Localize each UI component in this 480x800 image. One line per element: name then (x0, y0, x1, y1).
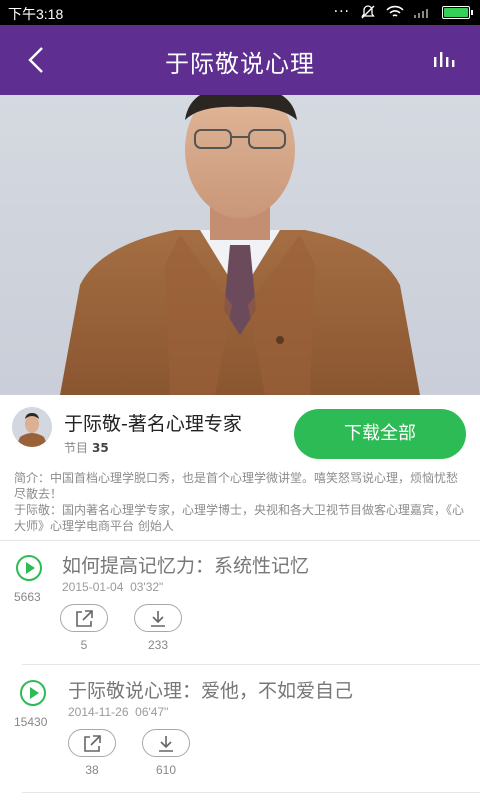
program-intro: 简介：中国首档心理学脱口秀，也是首个心理学微讲堂。嘻笑怒骂说心理，烦恼忧愁尽散去… (14, 470, 468, 534)
episode-date: 2015-01-04 (62, 580, 124, 594)
episode-date: 2014-11-26 (68, 705, 129, 719)
battery-fill (444, 7, 468, 17)
download-all-button[interactable]: 下载全部 (294, 409, 466, 459)
battery-icon (442, 5, 473, 19)
episode-title[interactable]: 于际敬说心理：爱他，不如爱自己 (68, 676, 353, 703)
divider (0, 540, 480, 541)
program-intro-line: 于际敬：国内著名心理学专家，心理学博士，央视和各大卫视节目做客心理嘉宾，《心大师… (14, 503, 465, 533)
download-button[interactable] (142, 729, 190, 757)
episode-meta: 2014-11-26 06'47" (68, 705, 168, 719)
page-title: 于际敬说心理 (165, 50, 315, 78)
episode-meta: 2015-01-04 03'32" (62, 580, 163, 594)
program-name: 于际敬-著名心理专家 (64, 413, 242, 435)
avatar-portrait (12, 407, 52, 447)
divider (22, 664, 480, 665)
share-button[interactable] (68, 729, 116, 757)
program-info: 于际敬-著名心理专家 节目 35 下载全部 (0, 395, 480, 465)
play-icon[interactable] (16, 555, 42, 581)
program-intro-text: 简介：中国首档心理学脱口秀，也是首个心理学微讲堂。嘻笑怒骂说心理，烦恼忧愁尽散去… (14, 470, 468, 534)
mute-bell-icon (361, 5, 375, 19)
program-intro-line: 简介：中国首档心理学脱口秀，也是首个心理学微讲堂。嘻笑怒骂说心理，烦恼忧愁尽散去… (14, 471, 459, 501)
play-icon[interactable] (20, 680, 46, 706)
share-count: 38 (85, 763, 99, 777)
signal-icon (414, 9, 428, 18)
episode-count-label: 节目 (64, 441, 89, 455)
episode-count: 节目 35 (64, 439, 109, 456)
episode-title[interactable]: 如何提高记忆力：系统性记忆 (62, 551, 309, 578)
status-time: 下午3:18 (8, 6, 64, 22)
more-dots-icon: ··· (333, 4, 350, 20)
episode-play-count: 5663 (14, 590, 41, 604)
app-header: 于际敬说心理 (0, 25, 480, 95)
episode-count-value: 35 (92, 441, 109, 455)
download-icon (159, 736, 173, 752)
episode-duration: 06'47" (135, 705, 169, 719)
portrait-illustration (60, 95, 420, 395)
wifi-icon (386, 5, 404, 17)
episode-duration: 03'32" (130, 580, 164, 594)
share-count: 5 (80, 638, 88, 652)
avatar[interactable] (12, 407, 52, 447)
download-icon (151, 611, 165, 627)
share-icon (76, 610, 93, 627)
share-button[interactable] (60, 604, 108, 632)
share-icon (84, 735, 101, 752)
download-count: 610 (155, 763, 177, 777)
status-bar: 下午3:18 ··· (0, 0, 480, 25)
program-cover-image (0, 95, 480, 395)
download-button[interactable] (134, 604, 182, 632)
episode-play-count: 15430 (14, 715, 48, 729)
status-icons: ··· (333, 4, 473, 20)
download-count: 233 (147, 638, 169, 652)
divider (22, 792, 480, 793)
bar-chart-icon[interactable] (430, 47, 458, 75)
back-arrow-icon[interactable] (20, 43, 54, 77)
